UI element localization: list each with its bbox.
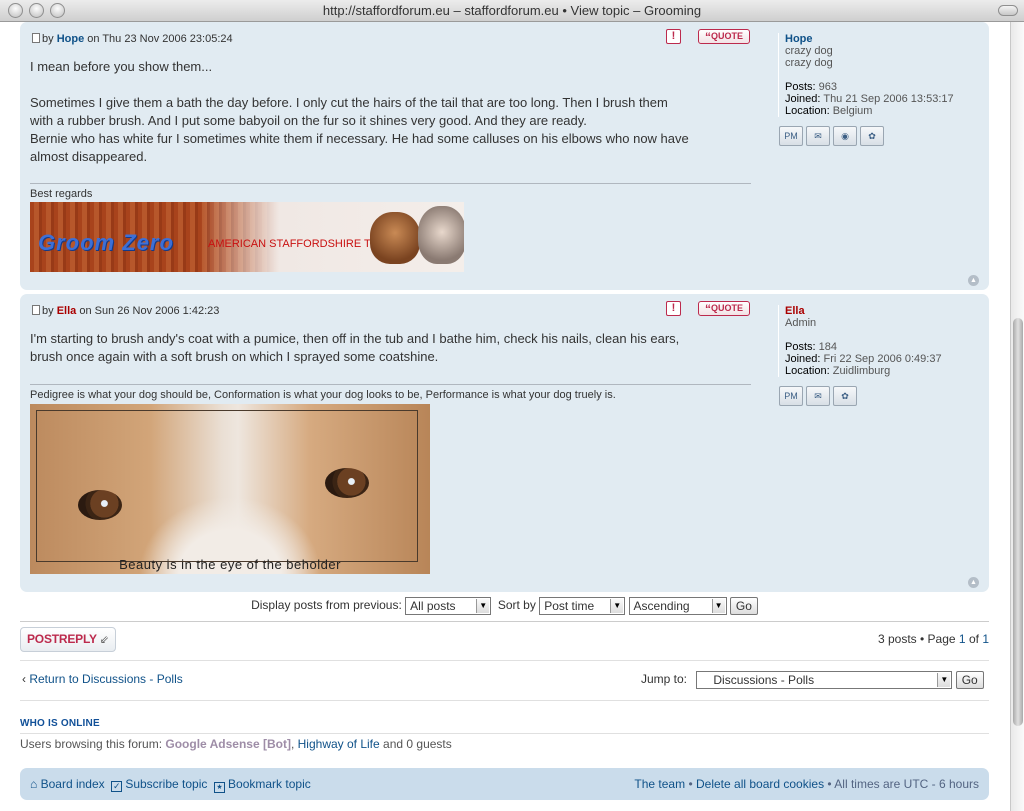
profile-rank: crazy dog [785, 57, 833, 69]
home-icon: ⌂ [30, 777, 38, 791]
pagination: 3 posts • Page 1 of 1 [877, 632, 989, 646]
board-index-link[interactable]: ⌂ Board index [30, 777, 105, 791]
chevron-down-icon: ▼ [610, 599, 624, 613]
profile-rank: crazy dog [785, 45, 833, 57]
post-profile: Ella Admin Posts: 184 Joined: Fri 22 Sep… [778, 305, 983, 406]
divider [20, 733, 989, 734]
post-icon [32, 305, 40, 315]
post-author-link[interactable]: Ella [57, 305, 77, 317]
reply-arrow-icon: ⇙ [99, 634, 109, 646]
window-title: http://staffordforum.eu – staffordforum.… [322, 3, 702, 18]
jump-go-button[interactable]: Go [955, 671, 984, 689]
divider [20, 621, 989, 622]
online-user-bot[interactable]: Google Adsense [Bot] [165, 737, 291, 751]
return-link[interactable]: ‹ Return to Discussions - Polls [22, 672, 183, 686]
window-titlebar: http://staffordforum.eu – staffordforum.… [0, 0, 1024, 22]
post-author-line: by Ella on Sun 26 Nov 2006 1:42:23 [32, 305, 219, 317]
post-date: on Thu 23 Nov 2006 23:05:24 [87, 33, 233, 45]
display-range-select[interactable]: All posts ▼ [405, 597, 492, 615]
post-author-line: by Hope on Thu 23 Nov 2006 23:05:24 [32, 33, 233, 45]
profile-joined: Fri 22 Sep 2006 0:49:37 [823, 353, 942, 365]
post-author-link[interactable]: Hope [57, 33, 85, 45]
profile-joined: Thu 21 Sep 2006 13:53:17 [823, 93, 954, 105]
post-reply-button[interactable]: POSTREPLY ⇙ [20, 627, 116, 652]
toolbar-toggle-button[interactable] [998, 5, 1018, 16]
timezone-text: All times are UTC - 6 hours [834, 777, 979, 791]
profile-posts: 963 [818, 81, 837, 93]
signature-banner: Groom Zero AMERICAN STAFFORDSHIRE TERRIE… [30, 202, 464, 272]
scroll-thumb[interactable] [1013, 318, 1023, 726]
chevron-down-icon: ▼ [711, 599, 725, 613]
pm-icon[interactable]: PM [779, 126, 803, 146]
display-label: Display posts from previous: [251, 598, 402, 613]
vertical-scrollbar[interactable] [1010, 22, 1024, 811]
profile-contact-icons: PM ✉ ◉ ✿ [779, 126, 887, 146]
bookmark-icon: ★ [214, 782, 226, 793]
profile-contact-icons: PM ✉ ✿ [779, 386, 860, 406]
signature-image: Beauty is in the eye of the beholder [30, 404, 430, 574]
dog-image [370, 212, 420, 264]
signature-divider [30, 183, 751, 184]
report-icon[interactable]: ! [666, 301, 681, 316]
post-1: by Hope on Thu 23 Nov 2006 23:05:24 ! “Q… [20, 22, 989, 290]
profile-location: Belgium [832, 105, 873, 117]
post-date: on Sun 26 Nov 2006 1:42:23 [79, 305, 220, 317]
checkbox-icon: ✓ [111, 781, 123, 792]
profile-username[interactable]: Hope [785, 33, 983, 45]
chevron-down-icon: ▼ [476, 599, 490, 613]
display-go-button[interactable]: Go [729, 597, 758, 615]
team-link[interactable]: The team [634, 777, 685, 791]
total-pages: 1 [982, 632, 989, 646]
post-2: by Ella on Sun 26 Nov 2006 1:42:23 ! “QU… [20, 294, 989, 592]
chevron-down-icon: ▼ [937, 673, 951, 687]
signature-text: Pedigree is what your dog should be, Con… [30, 389, 616, 401]
quote-button[interactable]: “QUOTE [698, 29, 750, 44]
bookmark-topic-link[interactable]: ★ Bookmark topic [214, 777, 311, 793]
who-is-online-title: WHO IS ONLINE [20, 718, 100, 729]
icq-icon[interactable]: ✿ [860, 126, 884, 146]
delete-cookies-link[interactable]: Delete all board cookies [696, 777, 824, 791]
image-caption: Beauty is in the eye of the beholder [119, 557, 341, 572]
email-icon[interactable]: ✉ [806, 386, 830, 406]
report-icon[interactable]: ! [666, 29, 681, 44]
profile-location: Zuidlimburg [832, 365, 891, 377]
quote-button[interactable]: “QUOTE [698, 301, 750, 316]
post-icon [32, 33, 40, 43]
jump-to-select[interactable]: Discussions - Polls ▼ [696, 671, 953, 689]
signature-divider [30, 384, 751, 385]
post-profile: Hope crazy dog crazy dog Posts: 963 Join… [778, 33, 983, 146]
divider [20, 660, 989, 661]
post-content: I mean before you show them... Sometimes… [30, 59, 689, 164]
sort-key-select[interactable]: Post time ▼ [539, 597, 626, 615]
online-user[interactable]: Highway of Life [298, 737, 380, 751]
who-is-online-text: Users browsing this forum: Google Adsens… [20, 737, 452, 751]
post-content: I'm starting to brush andy's coat with a… [30, 331, 680, 364]
email-icon[interactable]: ✉ [806, 126, 830, 146]
profile-posts: 184 [818, 341, 837, 353]
pm-icon[interactable]: PM [779, 386, 803, 406]
sort-label: Sort by [497, 598, 536, 613]
footer-navbar: ⌂ Board index ✓ Subscribe topic ★ Bookmark… [20, 768, 989, 800]
back-to-top-icon[interactable]: ▲ [968, 577, 979, 588]
divider [20, 700, 989, 701]
display-options: Display posts from previous: All posts ▼ … [0, 597, 1009, 615]
subscribe-topic-link[interactable]: ✓ Subscribe topic [111, 777, 207, 792]
chevron-left-icon: ‹ [22, 672, 26, 686]
profile-username[interactable]: Ella [785, 305, 983, 317]
icq-icon[interactable]: ✿ [833, 386, 857, 406]
website-icon[interactable]: ◉ [833, 126, 857, 146]
sort-order-select[interactable]: Ascending ▼ [628, 597, 727, 615]
banner-logo: Groom Zero [38, 230, 174, 255]
back-to-top-icon[interactable]: ▲ [968, 275, 979, 286]
dog-image [418, 206, 464, 264]
jump-to-box: Jump to: Discussions - Polls ▼ Go [641, 671, 984, 689]
signature-text: Best regards [30, 188, 93, 200]
current-page: 1 [958, 632, 966, 646]
profile-rank: Admin [785, 317, 817, 329]
